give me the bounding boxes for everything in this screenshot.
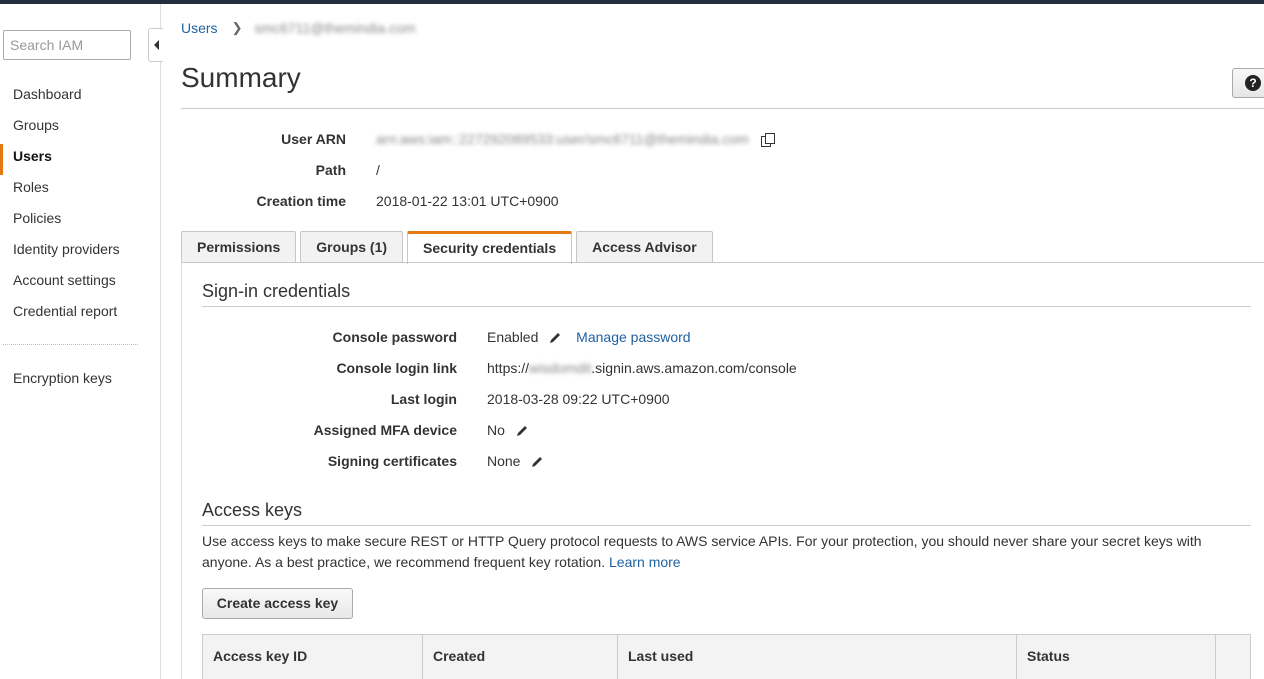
copy-icon[interactable] (760, 133, 775, 148)
breadcrumb-users-link[interactable]: Users (181, 20, 218, 36)
tab-security-credentials[interactable]: Security credentials (407, 231, 573, 264)
sidebar-item-policies[interactable]: Policies (0, 206, 160, 237)
access-keys-description: Use access keys to make secure REST or H… (202, 531, 1222, 573)
tab-groups[interactable]: Groups (1) (300, 231, 404, 262)
column-header-status[interactable]: Status (1017, 635, 1216, 679)
sidebar-item-dashboard[interactable]: Dashboard (0, 82, 160, 113)
signing-certificates-status: None (487, 453, 521, 469)
sidebar-divider (3, 344, 138, 345)
create-access-key-button[interactable]: Create access key (202, 588, 353, 619)
mfa-device-label: Assigned MFA device (313, 422, 457, 438)
chevron-right-icon: ❯ (231, 20, 243, 35)
breadcrumb: Users ❯ smc6711@themindia.com (181, 20, 416, 36)
sidebar-item-users[interactable]: Users (0, 144, 160, 175)
access-keys-description-text: Use access keys to make secure REST or H… (202, 533, 1202, 570)
signin-divider (202, 306, 1251, 307)
signing-certificates-value: None (487, 453, 544, 469)
path-label: Path (315, 162, 346, 178)
question-circle-icon: ? (1245, 75, 1261, 91)
login-link-prefix: https:// (487, 360, 530, 376)
column-header-actions (1216, 635, 1250, 679)
breadcrumb-current-user: smc6711@themindia.com (254, 20, 416, 36)
mfa-device-value: No (487, 422, 529, 438)
console-login-link-value: https://wisdomdit.signin.aws.amazon.com/… (487, 360, 797, 376)
login-link-account: wisdomdit (529, 360, 592, 376)
search-input[interactable] (3, 30, 131, 60)
tab-access-advisor[interactable]: Access Advisor (576, 231, 713, 262)
sidebar-item-credential-report[interactable]: Credential report (0, 299, 160, 330)
panel-border (181, 262, 182, 679)
sidebar-item-account-settings[interactable]: Account settings (0, 268, 160, 299)
signin-credentials-heading: Sign-in credentials (202, 281, 351, 301)
tab-permissions[interactable]: Permissions (181, 231, 297, 262)
column-header-last-used[interactable]: Last used (618, 635, 1017, 679)
title-divider (181, 108, 1264, 109)
column-header-created[interactable]: Created (423, 635, 618, 679)
creation-time-value: 2018-01-22 13:01 UTC+0900 (376, 193, 559, 209)
mfa-device-status: No (487, 422, 505, 438)
sidebar: Dashboard Groups Users Roles Policies Id… (0, 4, 161, 679)
top-bar (0, 0, 1264, 4)
access-keys-divider (202, 525, 1251, 526)
tab-bar: Permissions Groups (1) Security credenti… (181, 231, 717, 264)
sidebar-item-roles[interactable]: Roles (0, 175, 160, 206)
signing-certificates-label: Signing certificates (327, 453, 457, 469)
creation-time-label: Creation time (256, 193, 346, 209)
access-keys-table-header: Access key ID Created Last used Status (202, 634, 1251, 679)
access-keys-heading: Access keys (202, 500, 303, 520)
sidebar-item-groups[interactable]: Groups (0, 113, 160, 144)
user-arn-text: arn:aws:iam::227292089533:user/smc6711@t… (376, 131, 749, 147)
user-arn-label: User ARN (281, 131, 346, 147)
sidebar-item-identity-providers[interactable]: Identity providers (0, 237, 160, 268)
tab-divider (181, 262, 1264, 263)
last-login-label: Last login (390, 391, 457, 407)
console-password-status: Enabled (487, 329, 539, 345)
column-header-access-key-id[interactable]: Access key ID (203, 635, 423, 679)
login-link-suffix: .signin.aws.amazon.com/console (591, 360, 797, 376)
pencil-icon[interactable] (548, 331, 562, 345)
manage-password-link[interactable]: Manage password (576, 329, 690, 345)
pencil-icon[interactable] (515, 424, 529, 438)
last-login-value: 2018-03-28 09:22 UTC+0900 (487, 391, 670, 407)
learn-more-link[interactable]: Learn more (609, 554, 681, 570)
collapse-sidebar-icon[interactable] (148, 28, 163, 62)
pencil-icon[interactable] (530, 455, 544, 469)
help-button[interactable]: ? (1232, 68, 1264, 98)
sidebar-item-encryption-keys[interactable]: Encryption keys (13, 370, 112, 386)
user-arn-value: arn:aws:iam::227292089533:user/smc6711@t… (376, 131, 775, 148)
sidebar-nav: Dashboard Groups Users Roles Policies Id… (0, 82, 160, 330)
console-password-value: Enabled Manage password (487, 329, 691, 345)
path-value: / (376, 162, 380, 178)
console-login-link-label: Console login link (336, 360, 457, 376)
page-title: Summary (181, 62, 301, 93)
console-password-label: Console password (332, 329, 457, 345)
